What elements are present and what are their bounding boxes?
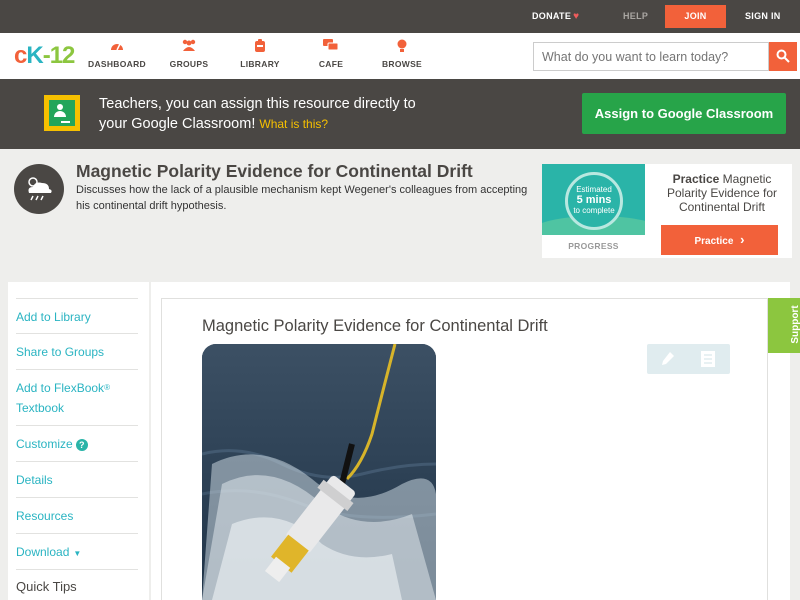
practice-title: Practice Magnetic Polarity Evidence for … [657, 172, 787, 214]
help-circle-icon[interactable]: ? [75, 438, 88, 451]
to-complete-label: to complete [573, 206, 615, 215]
banner-line1: Teachers, you can assign this resource d… [99, 96, 416, 112]
registered-mark: ® [104, 383, 110, 392]
nav-groups-label: GROUPS [169, 59, 209, 69]
nav-browse-label: BROWSE [381, 59, 423, 69]
browse-icon [367, 39, 437, 55]
nav-bar: cK-12 DASHBOARD GROUPS LIBRARY CAFE BROW… [0, 33, 800, 79]
google-classroom-banner: Teachers, you can assign this resource d… [0, 79, 800, 149]
sidebar-resources[interactable]: Resources [16, 498, 138, 534]
page-description: Discusses how the lack of a plausible me… [76, 184, 528, 212]
nav-cafe-label: CAFE [318, 59, 344, 69]
flexbook-label-line2: Textbook [16, 401, 65, 415]
practice-estimate-badge: Estimated 5 mins to complete [542, 164, 645, 235]
practice-card: Estimated 5 mins to complete PROGRESS Pr… [542, 164, 792, 258]
nav-dashboard[interactable]: DASHBOARD [82, 39, 152, 69]
estimated-minutes: 5 mins [576, 194, 612, 206]
notes-icon[interactable] [701, 351, 715, 372]
page-title: Magnetic Polarity Evidence for Continent… [76, 161, 473, 181]
ocean-instrument-photo [202, 344, 436, 600]
sidebar-customize[interactable]: Customize? [16, 426, 138, 462]
support-label: Support [790, 305, 800, 344]
sidebar-share-to-groups[interactable]: Share to Groups [16, 334, 138, 370]
practice-button-label: Practice [694, 236, 734, 247]
sidebar-download[interactable]: Download ▼ [16, 534, 138, 570]
what-is-this-link[interactable]: What is this? [259, 117, 328, 131]
download-label: Download [16, 545, 70, 559]
nav-cafe[interactable]: CAFE [296, 39, 366, 69]
search-input[interactable] [533, 42, 769, 71]
join-button[interactable]: JOIN [665, 5, 726, 28]
donate-link[interactable]: DONATE ♥ [532, 0, 579, 33]
help-link[interactable]: HELP [623, 0, 648, 33]
google-classroom-icon [44, 95, 80, 131]
quick-tips-heading: Quick Tips [16, 579, 77, 594]
sidebar-add-to-library[interactable]: Add to Library [16, 298, 138, 334]
banner-line2: your Google Classroom! [99, 116, 256, 132]
banner-message: Teachers, you can assign this resource d… [99, 94, 479, 134]
search-icon [776, 49, 790, 63]
sidebar-add-to-flexbook[interactable]: Add to FlexBook® Textbook [16, 370, 138, 426]
content-title: Magnetic Polarity Evidence for Continent… [202, 317, 548, 335]
content-toolbar [647, 344, 730, 374]
sidebar-details[interactable]: Details [16, 462, 138, 498]
library-icon [225, 39, 295, 55]
assign-to-google-classroom-button[interactable]: Assign to Google Classroom [582, 93, 786, 134]
caret-down-icon: ▼ [73, 549, 82, 558]
support-tab[interactable]: Support [768, 298, 800, 353]
sidebar: Add to Library Share to Groups Add to Fl… [8, 282, 149, 600]
progress-label: PROGRESS [568, 241, 619, 251]
sign-in-link[interactable]: SIGN IN [745, 0, 781, 33]
logo-12: -12 [42, 42, 76, 69]
chevron-right-icon: › [740, 232, 745, 247]
nav-library-label: LIBRARY [240, 59, 280, 69]
ck12-logo[interactable]: cK-12 [14, 42, 76, 70]
heart-icon: ♥ [573, 11, 580, 22]
pencil-icon[interactable] [661, 351, 675, 372]
nav-groups[interactable]: GROUPS [154, 39, 224, 69]
modality-icon [14, 164, 64, 214]
dashboard-icon [82, 39, 152, 55]
top-bar: DONATE ♥ HELP JOIN SIGN IN [0, 0, 800, 33]
practice-button[interactable]: Practice › [661, 225, 778, 255]
logo-c: c [14, 42, 27, 69]
nav-library[interactable]: LIBRARY [225, 39, 295, 69]
nav-dashboard-label: DASHBOARD [88, 59, 146, 69]
donate-label: DONATE [532, 11, 572, 21]
estimated-label: Estimated [576, 185, 612, 194]
customize-label: Customize [16, 437, 73, 451]
cafe-icon [296, 39, 366, 55]
storm-cloud-icon [28, 177, 52, 201]
groups-icon [154, 39, 224, 55]
logo-k: K [26, 42, 43, 69]
nav-browse[interactable]: BROWSE [367, 39, 437, 69]
search-button[interactable] [769, 42, 797, 71]
practice-title-bold: Practice [672, 172, 720, 186]
flexbook-label: Add to FlexBook [16, 381, 105, 395]
